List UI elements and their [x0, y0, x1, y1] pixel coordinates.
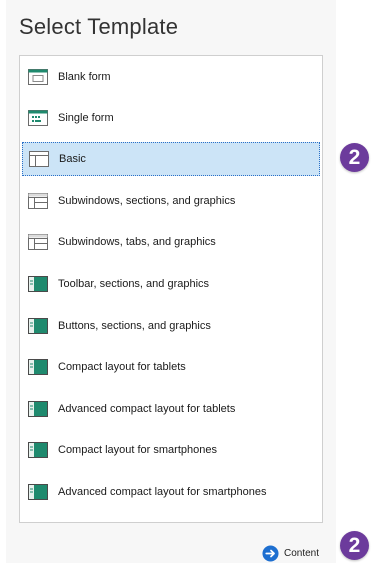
- subwindows-layout-icon: [28, 193, 48, 209]
- template-label: Advanced compact layout for tablets: [58, 403, 236, 415]
- sidebar-layout-icon: [28, 484, 48, 500]
- arrow-right-circle-icon: [262, 545, 279, 562]
- template-item-subwindows-tabs[interactable]: Subwindows, tabs, and graphics: [22, 225, 320, 259]
- template-item-blank-form[interactable]: Blank form: [22, 60, 320, 94]
- basic-layout-icon: [29, 151, 49, 167]
- template-item-advanced-compact-smartphones[interactable]: Advanced compact layout for smartphones: [22, 475, 320, 509]
- sidebar-layout-icon: [28, 359, 48, 375]
- dialog-title: Select Template: [19, 14, 179, 39]
- blank-form-icon: [28, 69, 48, 85]
- template-list: Blank form Single form Basic Subwindows,…: [19, 55, 323, 523]
- template-item-compact-smartphones[interactable]: Compact layout for smartphones: [22, 433, 320, 467]
- template-item-compact-tablets[interactable]: Compact layout for tablets: [22, 350, 320, 384]
- sidebar-layout-icon: [28, 276, 48, 292]
- template-item-single-form[interactable]: Single form: [22, 101, 320, 135]
- template-label: Single form: [58, 112, 114, 124]
- select-template-dialog: Select Template Blank form Single form B…: [6, 0, 336, 563]
- sidebar-layout-icon: [28, 318, 48, 334]
- callout-badge-footer: 2: [340, 531, 369, 560]
- template-label: Subwindows, tabs, and graphics: [58, 236, 216, 248]
- subwindows-layout-icon: [28, 234, 48, 250]
- template-label: Toolbar, sections, and graphics: [58, 278, 210, 290]
- template-label: Compact layout for tablets: [58, 361, 186, 373]
- template-item-advanced-compact-tablets[interactable]: Advanced compact layout for tablets: [22, 392, 320, 426]
- template-label: Blank form: [58, 71, 111, 83]
- sidebar-layout-icon: [28, 442, 48, 458]
- next-content-button[interactable]: Content: [262, 545, 319, 562]
- sidebar-layout-icon: [28, 401, 48, 417]
- template-item-subwindows-sections[interactable]: Subwindows, sections, and graphics: [22, 184, 320, 218]
- template-label: Subwindows, sections, and graphics: [58, 195, 236, 207]
- single-form-icon: [28, 110, 48, 126]
- template-label: Basic: [59, 153, 86, 165]
- template-label: Compact layout for smartphones: [58, 444, 217, 456]
- template-label: Buttons, sections, and graphics: [58, 320, 211, 332]
- next-button-label: Content: [284, 548, 320, 559]
- template-item-buttons-sections[interactable]: Buttons, sections, and graphics: [22, 309, 320, 343]
- template-item-basic[interactable]: Basic: [22, 142, 320, 176]
- template-label: Advanced compact layout for smartphones: [58, 486, 267, 498]
- callout-badge-list: 2: [340, 143, 369, 172]
- template-item-toolbar-sections[interactable]: Toolbar, sections, and graphics: [22, 267, 320, 301]
